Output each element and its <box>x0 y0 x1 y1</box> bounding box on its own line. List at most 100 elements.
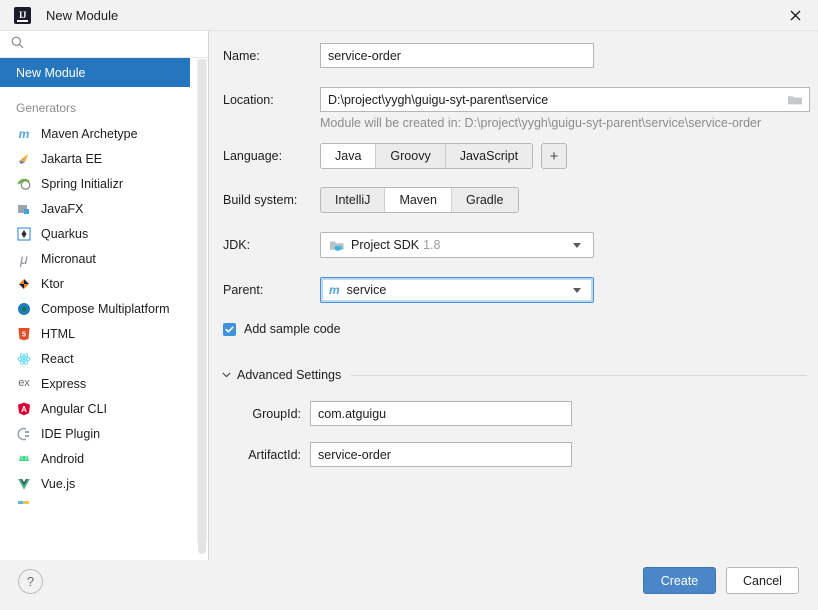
location-input[interactable]: D:\project\yygh\guigu-syt-parent\service <box>320 87 810 112</box>
react-icon <box>16 351 32 367</box>
parent-combobox[interactable]: m service <box>320 277 594 303</box>
parent-value: service <box>346 283 387 297</box>
generator-item-html[interactable]: 5 HTML <box>0 321 208 346</box>
add-sample-code-row[interactable]: Add sample code <box>223 322 341 336</box>
svg-text:A: A <box>21 405 27 414</box>
javafx-icon <box>16 201 32 217</box>
svg-text:5: 5 <box>22 329 26 338</box>
dialog-body: New Module Generators m Maven Archetype … <box>0 31 818 560</box>
generator-item-express[interactable]: ex Express <box>0 371 208 396</box>
quarkus-icon <box>16 226 32 242</box>
help-button[interactable]: ? <box>18 569 43 594</box>
add-sample-code-label: Add sample code <box>244 322 341 336</box>
generator-item-android[interactable]: Android <box>0 446 208 471</box>
chevron-down-icon[interactable] <box>221 370 231 380</box>
name-value: service-order <box>328 48 401 63</box>
generator-item-maven-archetype[interactable]: m Maven Archetype <box>0 121 208 146</box>
generators-section-label: Generators <box>16 101 77 115</box>
jdk-folder-icon <box>329 239 345 252</box>
intellij-idea-icon: IJ <box>14 6 31 24</box>
parent-label: Parent: <box>223 283 264 297</box>
generator-label: Angular CLI <box>41 401 108 416</box>
generator-label: Maven Archetype <box>41 126 138 141</box>
add-sample-code-checkbox[interactable] <box>223 322 236 336</box>
build-system-option-gradle[interactable]: Gradle <box>451 188 518 212</box>
jakarta-ee-icon <box>16 151 32 167</box>
generator-label: HTML <box>41 326 76 341</box>
language-option-groovy[interactable]: Groovy <box>376 144 446 168</box>
sidebar-scrollbar-thumb[interactable] <box>198 59 206 554</box>
search-icon <box>11 36 24 52</box>
generator-item-angular-cli[interactable]: A Angular CLI <box>0 396 208 421</box>
create-button[interactable]: Create <box>643 567 716 594</box>
generator-item-partial[interactable] <box>0 496 208 508</box>
artifact-id-row: ArtifactId: service-order <box>223 442 572 467</box>
title-bar: IJ New Module <box>0 0 818 31</box>
generator-item-micronaut[interactable]: μ Micronaut <box>0 246 208 271</box>
name-input[interactable]: service-order <box>320 43 594 68</box>
generator-item-quarkus[interactable]: Quarkus <box>0 221 208 246</box>
group-id-input[interactable]: com.atguigu <box>310 401 572 426</box>
generator-item-spring-initializr[interactable]: Spring Initializr <box>0 171 208 196</box>
advanced-settings-header[interactable]: Advanced Settings <box>221 368 807 382</box>
new-module-dialog: IJ New Module New Module Generators m Ma… <box>0 0 818 610</box>
micronaut-icon: μ <box>20 250 28 267</box>
folder-icon[interactable] <box>787 93 807 106</box>
language-label: Language: <box>223 149 283 163</box>
generator-item-compose-multiplatform[interactable]: Compose Multiplatform <box>0 296 208 321</box>
build-system-row: Build system: IntelliJ Maven Gradle <box>223 187 519 213</box>
cancel-button[interactable]: Cancel <box>726 567 799 594</box>
language-option-javascript[interactable]: JavaScript <box>445 144 533 168</box>
module-form: Name: service-order Location: D:\project… <box>209 31 818 560</box>
generator-label: Jakarta EE <box>41 151 103 166</box>
jdk-version: 1.8 <box>423 238 441 252</box>
build-system-option-maven[interactable]: Maven <box>385 188 452 212</box>
group-id-row: GroupId: com.atguigu <box>223 401 572 426</box>
language-segmented-control[interactable]: Java Groovy JavaScript <box>320 143 534 169</box>
generator-item-vuejs[interactable]: Vue.js <box>0 471 208 496</box>
generator-item-react[interactable]: React <box>0 346 208 371</box>
location-value: D:\project\yygh\guigu-syt-parent\service <box>328 92 549 107</box>
generator-label: Android <box>41 451 85 466</box>
close-icon[interactable] <box>772 0 818 30</box>
dialog-footer: ? Create Cancel <box>0 560 818 610</box>
generator-item-jakarta-ee[interactable]: Jakarta EE <box>0 146 208 171</box>
generator-label: JavaFX <box>41 201 84 216</box>
generator-item-ktor[interactable]: Ktor <box>0 271 208 296</box>
language-option-java[interactable]: Java <box>321 144 377 168</box>
partial-generator-icon <box>16 496 32 508</box>
angular-icon: A <box>16 401 32 417</box>
generator-item-ide-plugin[interactable]: IDE Plugin <box>0 421 208 446</box>
name-label: Name: <box>223 48 260 63</box>
parent-row: Parent: m service <box>223 277 594 303</box>
generator-item-javafx[interactable]: JavaFX <box>0 196 208 221</box>
sidebar-item-label: New Module <box>16 65 86 80</box>
maven-icon: m <box>18 126 30 141</box>
artifact-id-label: ArtifactId: <box>248 447 301 462</box>
chevron-down-icon[interactable] <box>573 242 581 248</box>
jdk-row: JDK: Project SDK 1.8 <box>223 232 594 258</box>
build-system-label: Build system: <box>223 193 298 207</box>
search-row[interactable] <box>0 31 208 58</box>
spring-icon <box>16 176 32 192</box>
name-row: Name: service-order <box>223 43 594 68</box>
jdk-combobox[interactable]: Project SDK 1.8 <box>320 232 594 258</box>
location-hint: Module will be created in: D:\project\yy… <box>320 116 762 130</box>
sidebar-item-new-module[interactable]: New Module <box>0 58 190 87</box>
artifact-id-value: service-order <box>318 447 391 462</box>
add-language-button[interactable]: + <box>541 143 568 169</box>
ktor-icon <box>16 276 32 292</box>
compose-icon <box>16 301 32 317</box>
build-system-option-intellij[interactable]: IntelliJ <box>321 188 386 212</box>
group-id-label: GroupId: <box>252 406 301 421</box>
search-input[interactable] <box>32 36 192 52</box>
chevron-down-icon[interactable] <box>573 287 581 293</box>
jdk-label: JDK: <box>223 238 251 252</box>
jdk-value: Project SDK <box>351 238 420 252</box>
artifact-id-input[interactable]: service-order <box>310 442 572 467</box>
sidebar-scrollbar[interactable] <box>197 59 207 554</box>
location-hint-row: Module will be created in: D:\project\yy… <box>320 116 761 130</box>
build-system-segmented-control[interactable]: IntelliJ Maven Gradle <box>320 187 519 213</box>
generator-label: IDE Plugin <box>41 426 101 441</box>
advanced-settings-divider <box>351 374 807 376</box>
